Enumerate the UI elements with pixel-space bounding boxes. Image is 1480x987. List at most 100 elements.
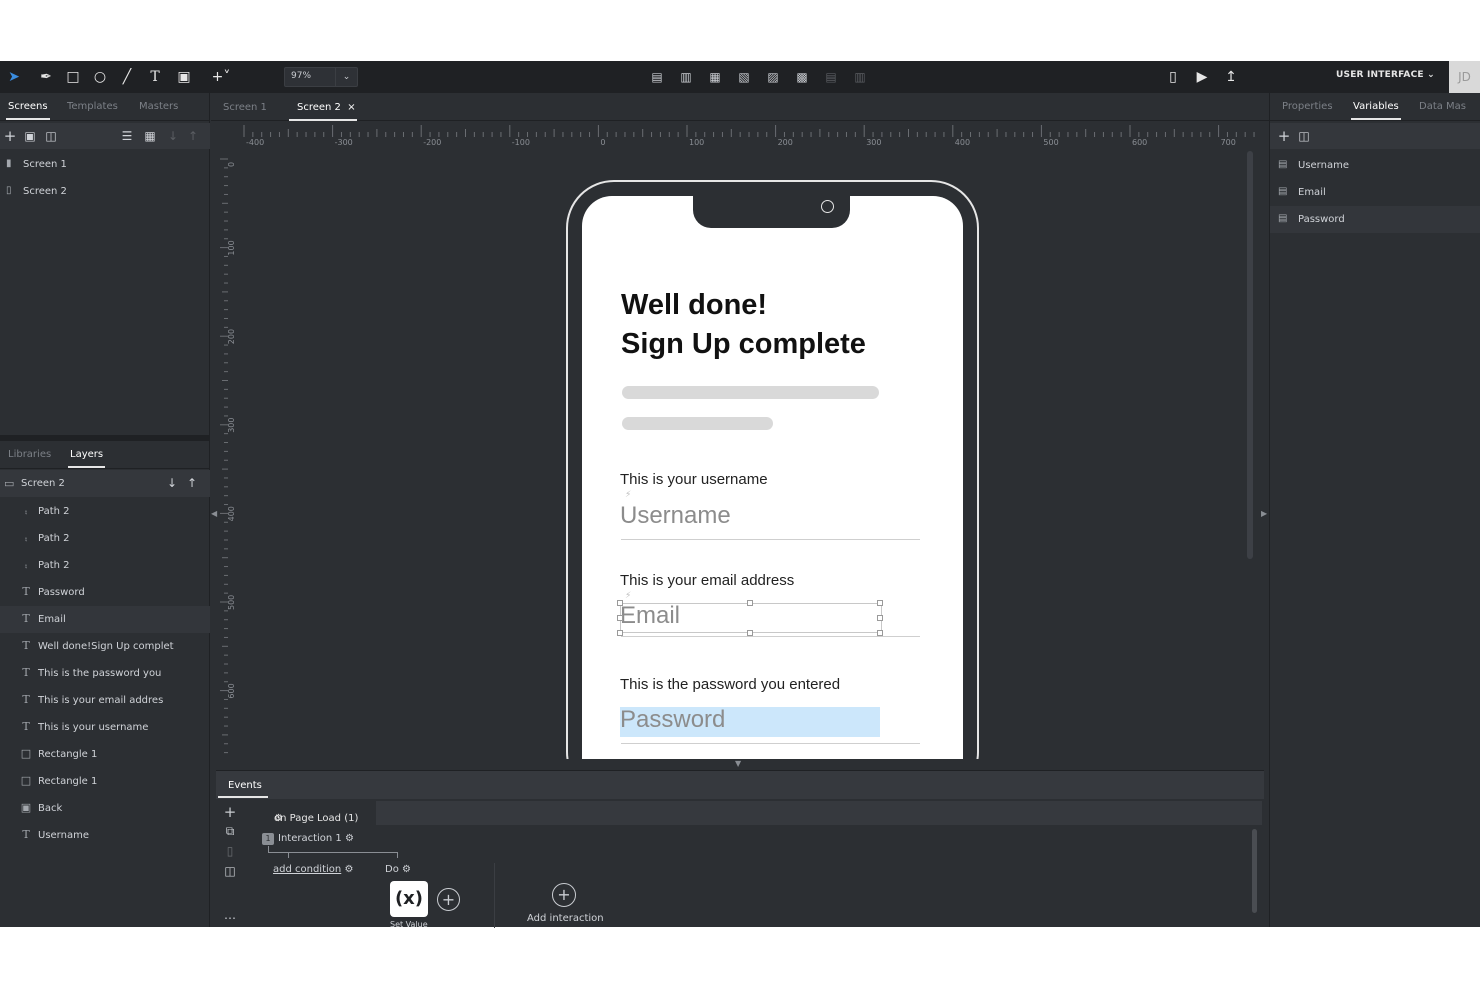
ellipse-tool-icon[interactable]: ○	[90, 67, 110, 87]
layer-root[interactable]: ▭ Screen 2 ↓ ↑	[0, 470, 210, 497]
tab-layers[interactable]: Layers	[67, 449, 106, 468]
resize-handle[interactable]	[747, 600, 753, 606]
resize-handle[interactable]	[747, 630, 753, 636]
gear-icon[interactable]: ⚙	[402, 864, 411, 875]
design-canvas[interactable]: Well done! Sign Up complete This is your…	[236, 147, 1260, 759]
layer-item[interactable]: T Email	[0, 606, 210, 633]
add-screen-icon[interactable]: +	[3, 128, 17, 144]
password-value[interactable]: Password	[620, 706, 725, 734]
tab-screen-2[interactable]: Screen 2 ×	[297, 102, 356, 113]
gear-icon[interactable]: ⚙	[345, 833, 354, 844]
add-folder-icon[interactable]: ◫	[44, 128, 58, 144]
add-condition-link[interactable]: add condition ⚙	[273, 864, 353, 875]
username-value[interactable]: Username	[620, 502, 731, 530]
tab-screens[interactable]: Screens	[6, 101, 50, 120]
interaction-label[interactable]: Interaction 1 ⚙	[278, 833, 354, 844]
tab-data-masters[interactable]: Data Mas	[1419, 101, 1466, 112]
layer-item[interactable]: T Username	[0, 822, 210, 849]
chevron-down-icon[interactable]: ⌄	[335, 68, 357, 86]
do-label[interactable]: Do ⚙	[385, 864, 411, 875]
export-icon[interactable]: ↥	[1221, 67, 1241, 87]
layer-item[interactable]: □ Rectangle 1	[0, 741, 210, 768]
tab-properties[interactable]: Properties	[1282, 101, 1333, 112]
align-top-icon[interactable]: ▧	[735, 67, 753, 87]
zoom-select[interactable]: 97% ⌄	[284, 67, 358, 87]
resize-handle[interactable]	[617, 615, 623, 621]
set-value-button[interactable]: (x)	[390, 881, 428, 917]
image-tool-icon[interactable]: ▣	[174, 67, 194, 87]
add-image-screen-icon[interactable]: ▣	[23, 128, 37, 144]
add-component-icon[interactable]: +˅	[206, 67, 236, 87]
line-tool-icon[interactable]: ╱	[117, 67, 137, 87]
tab-masters[interactable]: Masters	[139, 101, 178, 112]
move-down-icon[interactable]: ↓	[166, 128, 180, 144]
resize-handle[interactable]	[617, 600, 623, 606]
layer-item[interactable]: T This is the password you	[0, 660, 210, 687]
rectangle-tool-icon[interactable]: □	[63, 67, 83, 87]
add-variable-icon[interactable]: +	[1277, 128, 1291, 144]
align-center-icon[interactable]: ▥	[677, 67, 695, 87]
resize-handle[interactable]	[877, 630, 883, 636]
tab-templates[interactable]: Templates	[67, 101, 118, 112]
placeholder-bar-2[interactable]	[622, 417, 773, 430]
events-scrollbar[interactable]	[1252, 829, 1257, 913]
selection-box[interactable]	[620, 603, 882, 633]
grid-view-icon[interactable]: ▦	[143, 128, 157, 144]
mode-selector[interactable]: USER INTERFACE ⌄	[1336, 70, 1435, 80]
list-view-icon[interactable]: ☰	[120, 128, 134, 144]
layer-item[interactable]: ⨾ Path 2	[0, 552, 210, 579]
layer-item[interactable]: T This is your email addres	[0, 687, 210, 714]
layer-item[interactable]: ⨾ Path 2	[0, 498, 210, 525]
play-icon[interactable]: ▶	[1192, 67, 1212, 87]
canvas-scrollbar[interactable]	[1247, 151, 1253, 559]
add-folder-icon[interactable]: ◫	[1297, 128, 1311, 144]
select-tool-icon[interactable]: ➤	[4, 67, 24, 87]
resize-handle[interactable]	[877, 615, 883, 621]
variable-item-email[interactable]: ▤ Email	[1270, 179, 1480, 206]
event-trigger[interactable]: on Page Load (1) ⚙	[252, 801, 376, 825]
avatar[interactable]: JD	[1449, 61, 1480, 93]
layer-item[interactable]: □ Rectangle 1	[0, 768, 210, 795]
duplicate-icon[interactable]: ⧉	[223, 824, 237, 839]
layer-item[interactable]: ▣ Back	[0, 795, 210, 822]
gear-icon[interactable]: ⚙	[344, 864, 353, 875]
add-event-icon[interactable]: +	[223, 803, 237, 821]
tab-libraries[interactable]: Libraries	[8, 449, 51, 460]
align-left-icon[interactable]: ▤	[648, 67, 666, 87]
layer-item[interactable]: T Well done!Sign Up complet	[0, 633, 210, 660]
add-action-icon[interactable]: +	[437, 888, 460, 911]
device-preview-icon[interactable]: ▯	[1163, 67, 1183, 87]
email-label[interactable]: This is your email address	[620, 572, 794, 589]
password-label[interactable]: This is the password you entered	[620, 676, 840, 693]
resize-handle[interactable]	[617, 630, 623, 636]
close-icon[interactable]: ×	[347, 102, 355, 113]
resize-handle[interactable]	[877, 600, 883, 606]
tab-variables[interactable]: Variables	[1351, 101, 1401, 120]
variable-item-username[interactable]: ▤ Username	[1270, 152, 1480, 179]
align-bottom-icon[interactable]: ▩	[793, 67, 811, 87]
collapse-right-icon[interactable]: ▶	[1261, 509, 1267, 518]
trash-icon[interactable]: ◫	[223, 864, 237, 878]
gear-icon[interactable]: ⚙	[274, 813, 283, 824]
text-tool-icon[interactable]: T	[145, 67, 165, 87]
layer-item[interactable]: ⨾ Path 2	[0, 525, 210, 552]
page-title[interactable]: Well done! Sign Up complete	[621, 286, 866, 364]
arrow-down-icon[interactable]: ↓	[167, 476, 177, 490]
add-interaction-label[interactable]: Add interaction	[527, 913, 604, 924]
tab-events[interactable]: Events	[228, 780, 262, 791]
layer-item[interactable]: T Password	[0, 579, 210, 606]
screen-item-2[interactable]: ▯ Screen 2	[0, 179, 210, 205]
screen-item-1[interactable]: ▮ Screen 1	[0, 152, 210, 178]
distribute-horizontal-icon[interactable]: ▥	[851, 67, 869, 87]
move-up-icon[interactable]: ↑	[186, 128, 200, 144]
clipboard-icon[interactable]: ▯	[223, 844, 237, 858]
pen-tool-icon[interactable]: ✒	[36, 67, 56, 87]
placeholder-bar-1[interactable]	[622, 386, 879, 399]
distribute-vertical-icon[interactable]: ▤	[822, 67, 840, 87]
more-icon[interactable]: ⋯	[223, 911, 237, 925]
layer-item[interactable]: T This is your username	[0, 714, 210, 741]
add-interaction-icon[interactable]: +	[552, 883, 576, 907]
align-right-icon[interactable]: ▦	[706, 67, 724, 87]
collapse-bottom-icon[interactable]: ▼	[735, 759, 741, 768]
collapse-left-icon[interactable]: ◀	[211, 509, 217, 518]
